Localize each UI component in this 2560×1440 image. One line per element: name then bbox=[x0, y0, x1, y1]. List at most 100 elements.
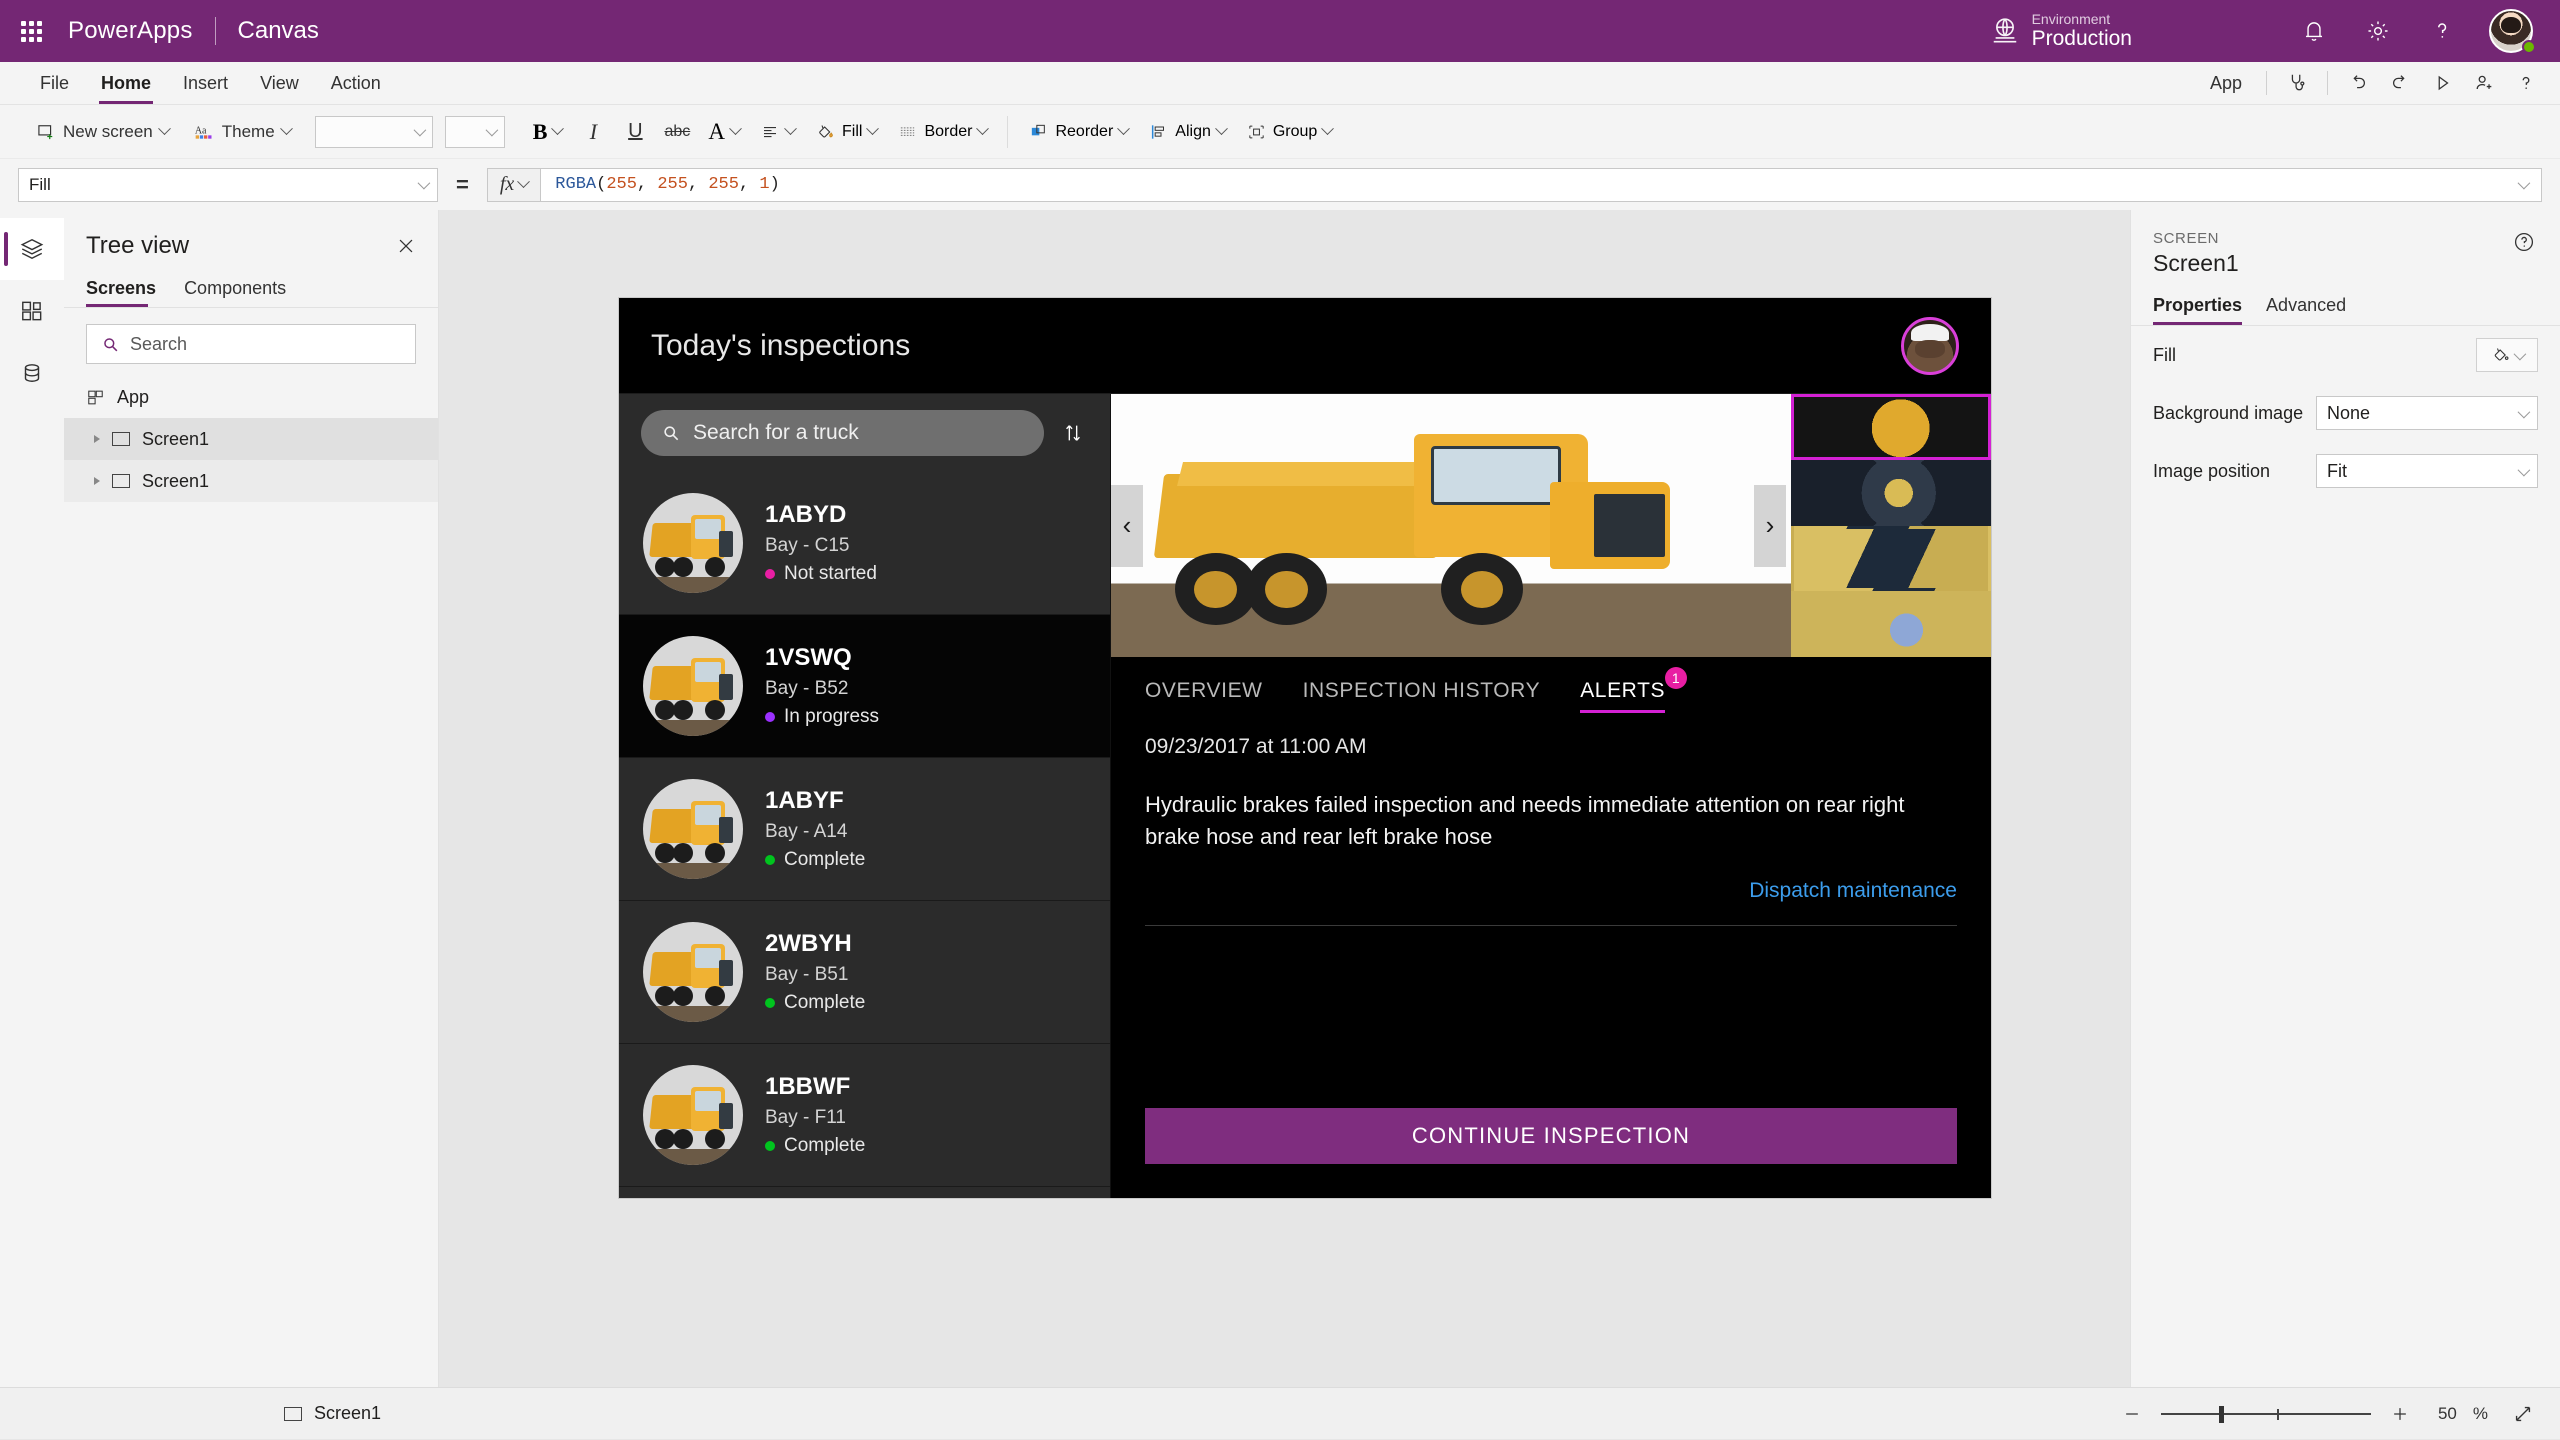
text-align-button[interactable] bbox=[750, 112, 805, 152]
underline-button[interactable]: U bbox=[614, 112, 656, 152]
notifications-button[interactable] bbox=[2282, 0, 2346, 62]
fit-to-screen-button[interactable] bbox=[2508, 1399, 2538, 1429]
settings-button[interactable] bbox=[2346, 0, 2410, 62]
environment-label: Environment bbox=[2031, 10, 2111, 27]
menu-item-file[interactable]: File bbox=[24, 62, 85, 104]
rail-button-insert[interactable] bbox=[0, 280, 64, 342]
formula-input[interactable]: RGBA(255, 255, 255, 1) bbox=[540, 167, 2542, 202]
truck-meta: 1ABYF Bay - A14 Complete bbox=[765, 787, 865, 871]
canvas-area[interactable]: Today's inspections Search for a truck 1… bbox=[439, 210, 2130, 1387]
svg-text:Aa: Aa bbox=[195, 125, 207, 136]
tab-overview[interactable]: OVERVIEW bbox=[1145, 679, 1263, 713]
truck-list-item[interactable]: 1ABYD Bay - C15 Not started bbox=[619, 472, 1110, 615]
truck-list-item[interactable]: 1ABYF Bay - A14 Complete bbox=[619, 758, 1110, 901]
image-position-select[interactable]: Fit bbox=[2316, 454, 2538, 488]
truck-list-item[interactable]: 1VSWQ Bay - B52 In progress bbox=[619, 615, 1110, 758]
status-screen-indicator[interactable]: Screen1 bbox=[284, 1403, 381, 1424]
truck-search-input[interactable]: Search for a truck bbox=[641, 410, 1044, 456]
formula-token: 255 bbox=[657, 175, 688, 194]
tab-components[interactable]: Components bbox=[184, 278, 296, 307]
formula-token: ) bbox=[769, 175, 780, 194]
app-settings-button[interactable]: App bbox=[2196, 73, 2256, 94]
gallery-next-button[interactable]: › bbox=[1754, 484, 1786, 567]
app-preview-screen[interactable]: Today's inspections Search for a truck 1… bbox=[619, 298, 1991, 1198]
tire-thumbnail[interactable] bbox=[1791, 459, 1991, 526]
strikethrough-button[interactable]: abc bbox=[656, 112, 698, 152]
menu-item-insert[interactable]: Insert bbox=[167, 62, 244, 104]
new-screen-button[interactable]: New screen bbox=[24, 112, 181, 152]
tree-node-screen1-b[interactable]: Screen1 bbox=[64, 460, 438, 502]
share-button[interactable] bbox=[2464, 62, 2504, 104]
close-tree-view-button[interactable] bbox=[392, 232, 420, 260]
sort-button[interactable] bbox=[1058, 416, 1088, 450]
align-button[interactable]: Align bbox=[1138, 112, 1236, 152]
zoom-out-button[interactable] bbox=[2119, 1401, 2145, 1427]
italic-button[interactable]: I bbox=[572, 112, 614, 152]
hydraulic-hose-thumbnail[interactable] bbox=[1791, 525, 1991, 592]
brand-title[interactable]: PowerApps bbox=[62, 17, 193, 45]
group-button[interactable]: Group bbox=[1236, 112, 1342, 152]
border-button[interactable]: Border bbox=[887, 112, 997, 152]
menu-item-view[interactable]: View bbox=[244, 62, 315, 104]
fill-color-picker[interactable] bbox=[2476, 338, 2538, 372]
tab-screens[interactable]: Screens bbox=[86, 278, 166, 307]
inspector-avatar[interactable] bbox=[1901, 316, 1959, 375]
user-avatar-button[interactable] bbox=[2480, 0, 2542, 62]
expand-formula-icon[interactable] bbox=[2517, 176, 2531, 190]
preview-button[interactable] bbox=[2422, 62, 2462, 104]
chevron-right-icon[interactable] bbox=[94, 477, 100, 485]
truck-thumbnail[interactable] bbox=[1791, 394, 1991, 460]
brake-line-thumbnail[interactable] bbox=[1791, 591, 1991, 657]
app-launcher-button[interactable] bbox=[0, 0, 62, 62]
menu-item-action[interactable]: Action bbox=[315, 62, 397, 104]
truck-status-label: Complete bbox=[784, 992, 866, 1013]
property-control-image-position: Fit bbox=[2316, 454, 2538, 488]
zoom-in-button[interactable] bbox=[2387, 1401, 2413, 1427]
redo-button[interactable] bbox=[2380, 62, 2420, 104]
tab-alerts-label: ALERTS bbox=[1580, 679, 1666, 702]
tab-alerts[interactable]: ALERTS 1 bbox=[1580, 667, 1688, 713]
reorder-button[interactable]: Reorder bbox=[1018, 112, 1138, 152]
rail-button-tree-view[interactable] bbox=[0, 218, 64, 280]
undo-button[interactable] bbox=[2338, 62, 2378, 104]
properties-help-button[interactable] bbox=[2512, 230, 2538, 256]
help-button[interactable] bbox=[2410, 0, 2474, 62]
font-family-select[interactable] bbox=[314, 115, 433, 148]
truck-rows: 1ABYD Bay - C15 Not started 1VSWQ Bay - B52 I… bbox=[619, 472, 1110, 1198]
gallery-thumbnails bbox=[1791, 394, 1991, 657]
property-select[interactable]: Fill bbox=[18, 167, 438, 202]
font-size-select[interactable] bbox=[444, 115, 505, 148]
continue-inspection-button[interactable]: CONTINUE INSPECTION bbox=[1145, 1108, 1957, 1164]
tree-node-screen1-a[interactable]: Screen1 bbox=[64, 418, 438, 460]
alert-divider bbox=[1145, 924, 1957, 926]
menu-item-home[interactable]: Home bbox=[85, 62, 167, 104]
hero-image[interactable] bbox=[1111, 394, 1791, 657]
tree-search-input[interactable]: Search bbox=[86, 324, 416, 364]
status-bar-right: 50 % bbox=[2119, 1399, 2538, 1429]
chevron-right-icon[interactable] bbox=[94, 435, 100, 443]
dispatch-maintenance-link[interactable]: Dispatch maintenance bbox=[1749, 879, 1957, 903]
menu-help-button[interactable] bbox=[2506, 62, 2546, 104]
bold-button[interactable]: B bbox=[523, 112, 573, 152]
tree-node-app[interactable]: App bbox=[64, 376, 438, 418]
font-color-button[interactable]: A bbox=[698, 112, 750, 152]
truck-list-item[interactable]: 3ABHHBay - B09 bbox=[619, 1187, 1110, 1198]
truck-status: In progress bbox=[765, 706, 879, 728]
function-button[interactable]: fx bbox=[486, 167, 541, 202]
tab-advanced[interactable]: Advanced bbox=[2266, 295, 2346, 325]
truck-list-item[interactable]: 1BBWF Bay - F11 Complete bbox=[619, 1044, 1110, 1187]
theme-button[interactable]: Aa Theme bbox=[181, 112, 303, 152]
app-checker-button[interactable] bbox=[2277, 62, 2317, 104]
zoom-slider[interactable] bbox=[2160, 1401, 2371, 1427]
rail-button-data-sources[interactable] bbox=[0, 342, 64, 404]
environment-selector[interactable]: Environment Production bbox=[1990, 11, 2132, 51]
gallery-prev-button[interactable]: ‹ bbox=[1111, 484, 1143, 567]
background-image-select[interactable]: None bbox=[2316, 396, 2538, 430]
truck-status: Complete bbox=[765, 1135, 865, 1157]
truck-id: 1BBWF bbox=[765, 1073, 851, 1100]
tab-properties[interactable]: Properties bbox=[2153, 295, 2243, 325]
truck-list-item[interactable]: 2WBYH Bay - B51 Complete bbox=[619, 901, 1110, 1044]
fill-button[interactable]: Fill bbox=[805, 112, 887, 152]
zoom-slider-handle[interactable] bbox=[2218, 1405, 2224, 1423]
tab-inspection-history[interactable]: INSPECTION HISTORY bbox=[1303, 679, 1541, 713]
